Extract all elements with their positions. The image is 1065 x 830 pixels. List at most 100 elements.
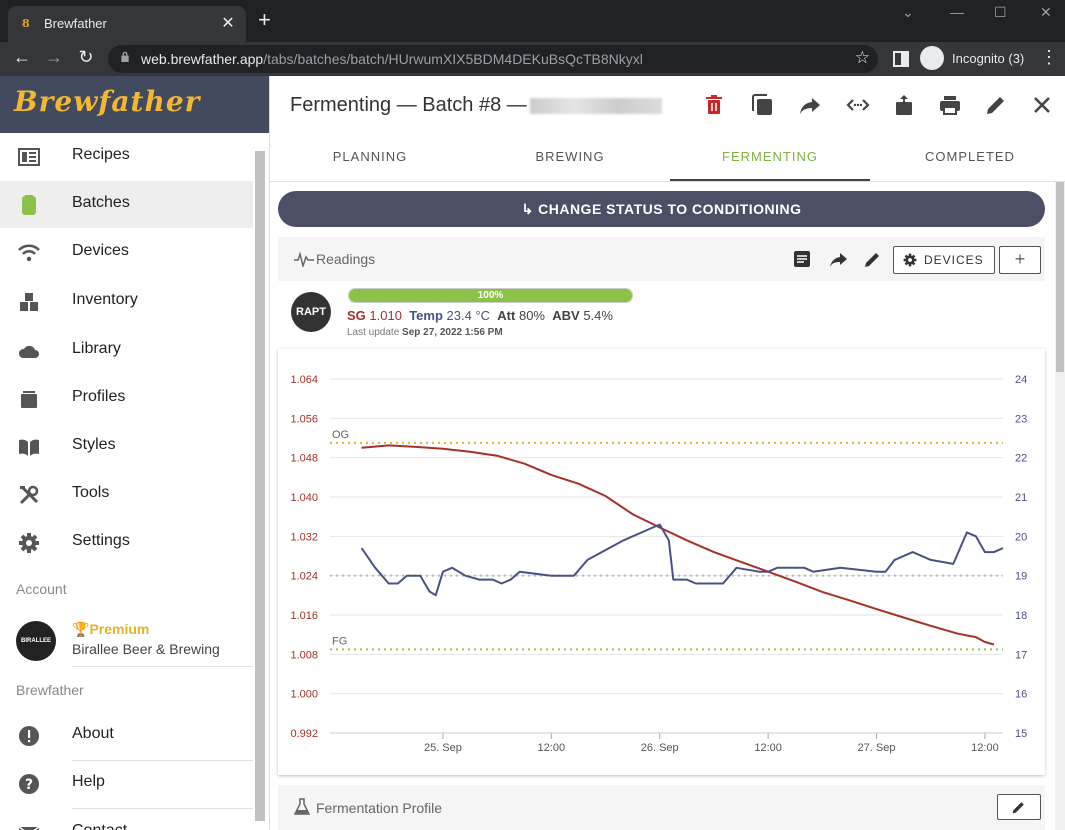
edit-readings-icon[interactable]: [863, 249, 883, 269]
y-left-tick-label: 1.048: [290, 453, 318, 465]
url-text: web.brewfather.app/tabs/batches/batch/HU…: [141, 51, 643, 67]
favicon-icon: 8: [22, 17, 30, 30]
edit-icon[interactable]: [984, 93, 1008, 117]
tab-completed[interactable]: COMPLETED: [870, 133, 1065, 181]
chart-svg: 1.064 1.056 1.048 1.040 1.032 1.024 1.016 1.008…: [290, 374, 1027, 754]
y-left-tick-label: 1.024: [290, 571, 318, 583]
readings-chart[interactable]: 1.064 1.056 1.048 1.040 1.032 1.024 1.016 1.008…: [278, 349, 1045, 775]
y-left-tick-label: 1.064: [290, 374, 318, 386]
x-tick-label: 12:00: [971, 742, 999, 754]
abv-value: 5.4%: [583, 308, 613, 323]
sg-value: 1.010: [369, 308, 402, 323]
sidebar-item-recipes[interactable]: Recipes: [0, 133, 253, 180]
y-left-tick-label: 1.016: [290, 610, 318, 622]
profiles-icon: [21, 391, 37, 408]
share-readings-icon[interactable]: [828, 249, 848, 269]
y-left-tick-label: 0.992: [290, 728, 318, 740]
y-right-tick-label: 16: [1015, 689, 1027, 701]
fermentation-profile-header: Fermentation Profile: [278, 785, 1045, 830]
close-tab-icon[interactable]: ✕: [218, 13, 238, 33]
tab-title: Brewfather: [44, 16, 107, 31]
trophy-icon: 🏆: [72, 621, 90, 637]
main-panel: Fermenting — Batch #8 — PLANNING BREWING…: [270, 76, 1065, 830]
sidebar: Brewfather Recipes Batches Devices Inven…: [0, 76, 270, 830]
reload-button[interactable]: ↻: [74, 47, 98, 68]
y-left-tick-label: 1.056: [290, 413, 318, 425]
bookmark-star-icon[interactable]: ☆: [855, 48, 870, 68]
forward-button[interactable]: →: [42, 47, 66, 68]
browser-menu-icon[interactable]: ⋮: [1037, 47, 1061, 68]
main-scrollbar[interactable]: [1055, 182, 1065, 830]
premium-badge: 🏆Premium: [72, 621, 150, 637]
devices-button[interactable]: DEVICES: [893, 246, 995, 274]
reference-line-label: FG: [332, 635, 347, 647]
flask-icon: [294, 798, 310, 815]
sidebar-item-devices[interactable]: Devices: [0, 229, 253, 276]
new-tab-button[interactable]: +: [258, 9, 271, 31]
x-tick-label: 12:00: [754, 742, 782, 754]
account-card[interactable]: BIRALLEE 🏆Premium Biral​lee Beer & Brewi…: [0, 611, 253, 671]
close-window-button[interactable]: ✕: [1040, 4, 1052, 21]
back-button[interactable]: ←: [10, 47, 34, 68]
copy-icon[interactable]: [750, 93, 774, 117]
sidebar-item-help[interactable]: ? Help: [0, 760, 253, 807]
maximize-button[interactable]: ☐: [994, 4, 1007, 21]
x-tick-label: 26. Sep: [641, 742, 679, 754]
scroll-thumb[interactable]: [1056, 182, 1064, 372]
delete-icon[interactable]: [702, 93, 726, 117]
gear-icon: [19, 533, 39, 553]
sidebar-item-settings[interactable]: Settings: [0, 519, 253, 566]
tab-brewing[interactable]: BREWING: [470, 133, 670, 181]
account-section-header: Account: [16, 581, 67, 597]
x-tick-label: 25. Sep: [424, 742, 462, 754]
sidebar-item-profiles[interactable]: Profiles: [0, 375, 253, 422]
batches-icon: [22, 195, 36, 215]
device-summary: RAPT 100% SG 1.010 Temp 23.4 °C Att 80% …: [278, 281, 1045, 349]
sidebar-scrollbar[interactable]: [255, 151, 265, 821]
add-reading-button[interactable]: +: [999, 246, 1041, 274]
sidebar-item-batches[interactable]: Batches: [0, 181, 253, 228]
code-icon[interactable]: [846, 93, 870, 117]
sidebar-item-inventory[interactable]: Inventory: [0, 278, 253, 325]
share-icon[interactable]: [798, 93, 822, 117]
recipes-icon: [18, 148, 40, 166]
series-line-temp: [360, 523, 1004, 597]
gear-icon: [903, 253, 917, 267]
change-status-button[interactable]: ↳ CHANGE STATUS TO CONDITIONING: [278, 191, 1045, 227]
print-icon[interactable]: [938, 93, 962, 117]
help-icon: ?: [19, 774, 39, 794]
tab-planning[interactable]: PLANNING: [270, 133, 470, 181]
brand-header: Brewfather: [0, 76, 269, 133]
y-left-tick-label: 1.008: [290, 649, 318, 661]
close-icon[interactable]: [1030, 93, 1054, 117]
minimize-button[interactable]: —: [950, 4, 964, 20]
sidebar-item-about[interactable]: About: [0, 712, 253, 759]
export-icon[interactable]: [892, 93, 916, 117]
y-right-tick-label: 23: [1015, 413, 1027, 425]
sidebar-item-contact[interactable]: Contact: [0, 809, 253, 830]
batch-tabs: PLANNING BREWING FERMENTING COMPLETED: [270, 133, 1065, 182]
arrow-right-icon: ↳: [521, 201, 539, 217]
rapt-logo: RAPT: [291, 292, 331, 332]
sidebar-item-styles[interactable]: Styles: [0, 423, 253, 470]
brand-logo: Brewfather: [14, 85, 201, 118]
y-right-tick-label: 18: [1015, 610, 1027, 622]
y-right-tick-label: 15: [1015, 728, 1027, 740]
edit-profile-button[interactable]: [997, 794, 1041, 820]
notes-icon[interactable]: [792, 249, 812, 269]
browser-tab[interactable]: 8 Brewfather ✕: [8, 6, 246, 42]
url-input[interactable]: web.brewfather.app/tabs/batches/batch/HU…: [108, 45, 878, 73]
sidebar-item-library[interactable]: Library: [0, 327, 253, 374]
blurred-batch-name: [530, 98, 662, 114]
incognito-icon: [920, 46, 944, 70]
y-right-tick-label: 24: [1015, 374, 1027, 386]
sidebar-item-tools[interactable]: Tools: [0, 471, 253, 518]
temp-value: 23.4 °C: [446, 308, 491, 323]
batch-header: Fermenting — Batch #8 —: [270, 76, 1065, 133]
side-panel-icon[interactable]: [893, 51, 909, 67]
y-right-tick-label: 17: [1015, 649, 1027, 661]
device-metrics: SG 1.010 Temp 23.4 °C Att 80% ABV 5.4%: [347, 308, 613, 323]
tab-fermenting[interactable]: FERMENTING: [670, 133, 870, 181]
wifi-icon: [18, 244, 40, 262]
tab-search-icon[interactable]: ⌄: [902, 4, 914, 21]
